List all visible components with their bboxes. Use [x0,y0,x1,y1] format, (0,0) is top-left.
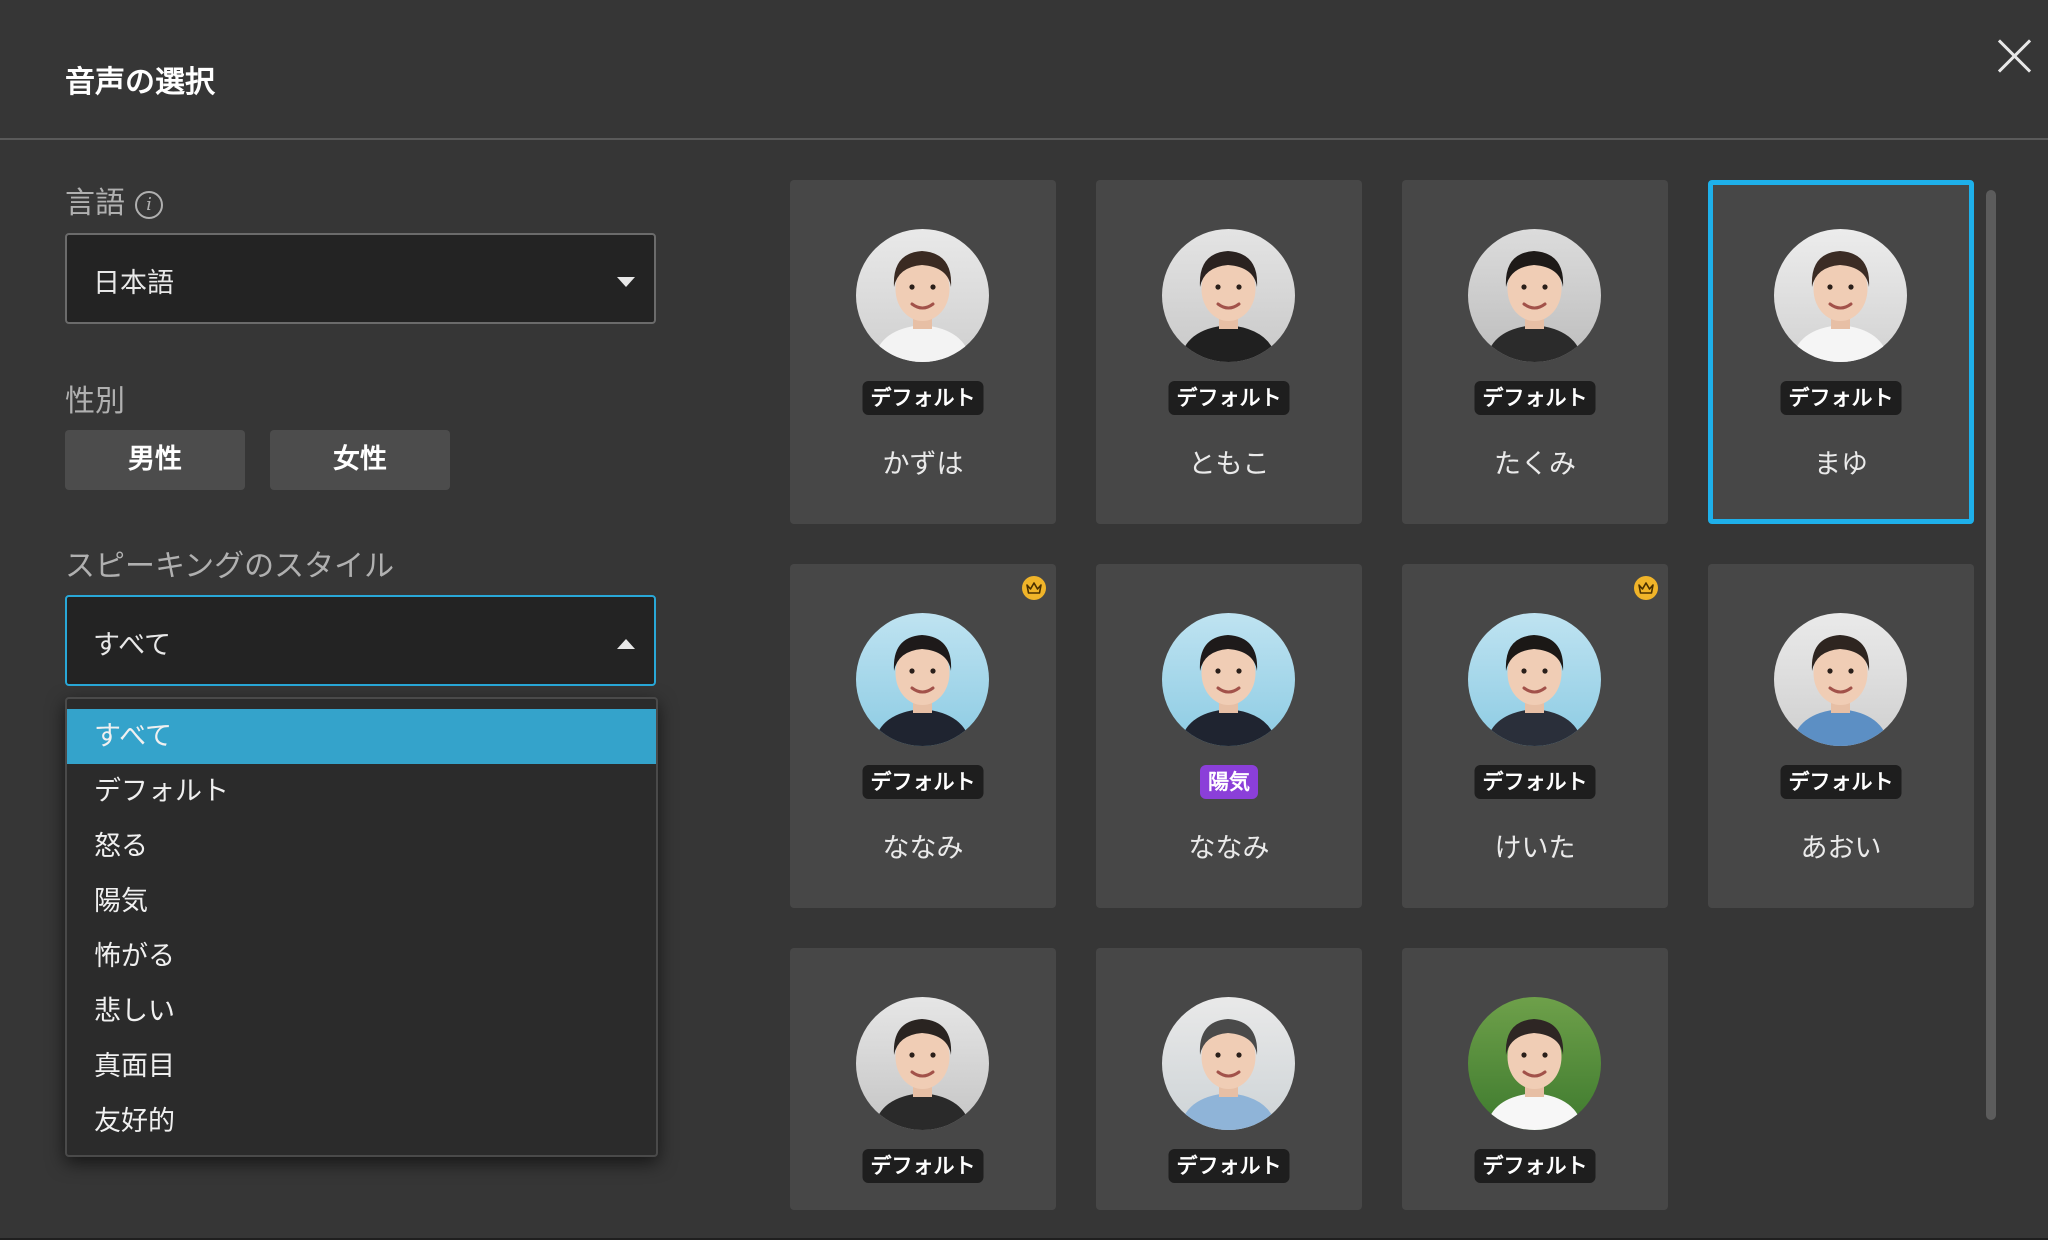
language-label: 言語 i [65,178,163,222]
voice-card[interactable]: デフォルト ななみ [790,564,1056,908]
voice-name: けいた [1494,833,1576,864]
voice-card[interactable]: 陽気 ななみ [1096,564,1362,908]
style-badge: デフォルト [1780,765,1902,799]
voice-card[interactable]: デフォルト かずは [790,180,1056,524]
language-select-value: 日本語 [93,268,174,299]
style-option-default[interactable]: デフォルト [67,764,656,819]
style-badge: 陽気 [1200,765,1258,799]
speaking-style-dropdown: すべて デフォルト 怒る 陽気 怖がる 悲しい 真面目 友好的 [65,697,658,1157]
man-avatar [1468,613,1601,746]
style-badge: デフォルト [862,381,984,415]
speaking-style-select-value: すべて [93,630,172,661]
speaking-style-label: スピーキングのスタイル [65,549,395,584]
chevron-down-icon [617,277,635,287]
voice-name: あおい [1800,833,1882,864]
style-badge: デフォルト [1168,1149,1290,1183]
voice-card[interactable]: デフォルト ともこ [1096,180,1362,524]
style-badge: デフォルト [1474,1149,1596,1183]
man-avatar [856,997,989,1130]
male-button[interactable]: 男性 [65,430,245,490]
woman-avatar [856,229,989,362]
voice-card[interactable]: デフォルト [1402,948,1668,1210]
style-option-all[interactable]: すべて [67,709,656,764]
style-option-angry[interactable]: 怒る [67,819,656,874]
voice-card[interactable]: デフォルト あおい [1708,564,1974,908]
language-select[interactable]: 日本語 [65,233,656,324]
female-button[interactable]: 女性 [270,430,450,490]
voice-card[interactable]: デフォルト けいた [1402,564,1668,908]
voice-name: たくみ [1493,449,1577,480]
girl-avatar [1774,613,1907,746]
close-icon[interactable] [1990,32,2038,80]
gender-label: 性別 [65,384,125,419]
voice-card[interactable]: デフォルト [790,948,1056,1210]
style-badge: デフォルト [862,1149,984,1183]
language-label-text: 言語 [65,186,125,221]
man-avatar [1162,997,1295,1130]
chevron-up-icon [617,639,635,649]
voice-select-dialog: 音声の選択 言語 i 日本語 性別 男性 女性 スピーキングのスタイル すべて す… [0,0,2048,1238]
style-badge: デフォルト [1780,381,1902,415]
woman-avatar [1162,229,1295,362]
woman-avatar [1774,229,1907,362]
style-badge: デフォルト [1474,765,1596,799]
voice-name: ななみ [1188,833,1270,864]
voice-name: ともこ [1188,449,1270,480]
woman-avatar [856,613,989,746]
crown-icon [1022,576,1046,600]
voice-name: まゆ [1814,449,1868,480]
voice-card[interactable]: デフォルト たくみ [1402,180,1668,524]
woman-avatar [1468,997,1601,1130]
info-icon[interactable]: i [135,191,163,219]
scrollbar[interactable] [1986,190,1996,1120]
style-option-cheerful[interactable]: 陽気 [67,874,656,929]
style-option-serious[interactable]: 真面目 [67,1039,656,1094]
voice-card[interactable]: デフォルト [1096,948,1362,1210]
speaking-style-select[interactable]: すべて [65,595,656,686]
voice-name: かずは [882,449,964,480]
style-badge: デフォルト [862,765,984,799]
voice-name: ななみ [882,833,964,864]
man-avatar [1468,229,1601,362]
style-option-sad[interactable]: 悲しい [67,984,656,1039]
style-option-friendly[interactable]: 友好的 [67,1094,656,1149]
dialog-header: 音声の選択 [0,0,2048,140]
style-badge: デフォルト [1474,381,1596,415]
dialog-title: 音声の選択 [65,65,215,100]
style-badge: デフォルト [1168,381,1290,415]
woman-avatar [1162,613,1295,746]
crown-icon [1634,576,1658,600]
style-option-scared[interactable]: 怖がる [67,929,656,984]
voice-card[interactable]: デフォルト まゆ [1708,180,1974,524]
